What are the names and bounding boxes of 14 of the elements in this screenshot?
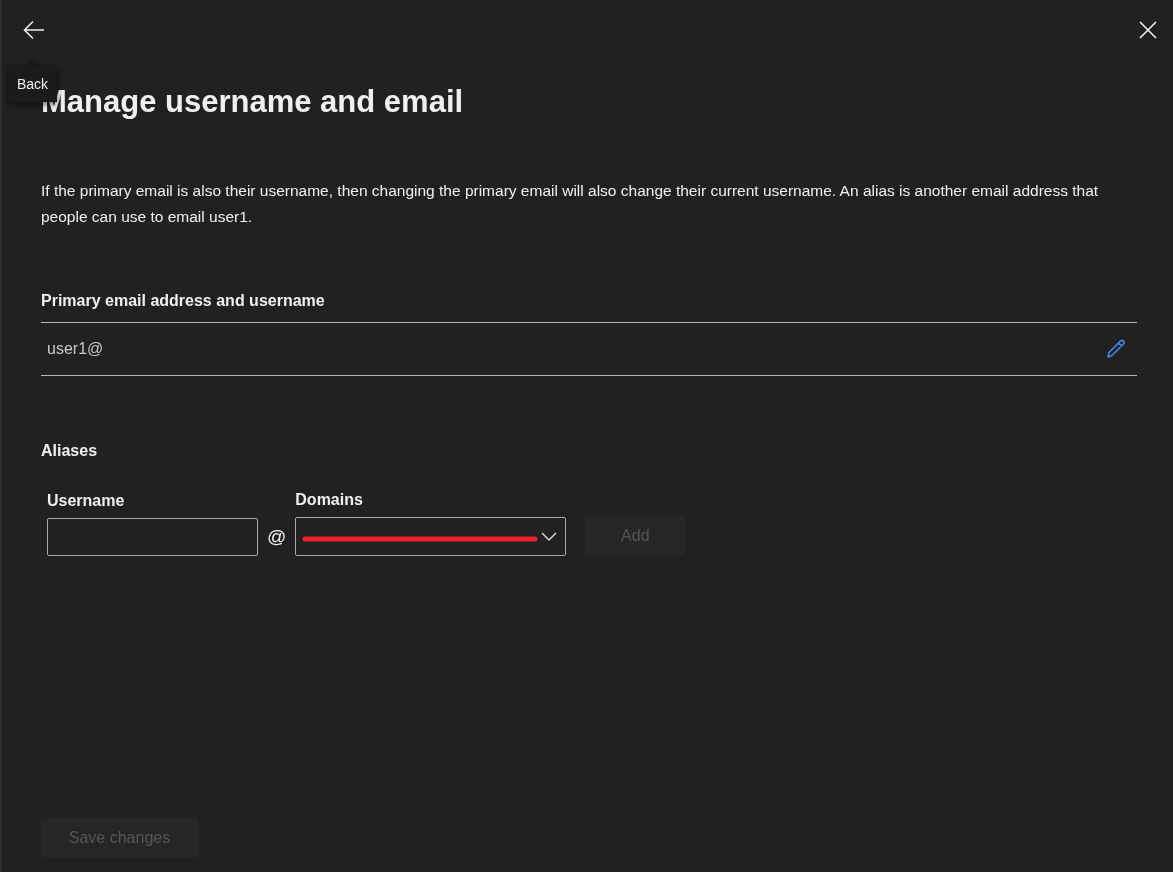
close-button[interactable]: [1137, 19, 1159, 41]
chevron-down-icon: [541, 531, 558, 542]
username-input[interactable]: [47, 518, 258, 556]
edit-pencil-icon[interactable]: [1105, 338, 1127, 360]
back-arrow-icon: [22, 18, 46, 42]
description-text: If the primary email is also their username, then changing the primary email will also change their current username. An alias is another email address that people can use to email user1.: [41, 181, 1100, 227]
field-label: Domains: [295, 491, 364, 509]
section-heading: Aliases: [41, 442, 99, 460]
at-sign: @: [267, 526, 287, 548]
section-heading: Primary email address and username: [41, 292, 326, 310]
close-icon: [1139, 21, 1157, 39]
domains-dropdown[interactable]: [295, 517, 567, 556]
field-label: Username: [47, 492, 126, 510]
primary-email-value: user1@: [47, 340, 104, 358]
